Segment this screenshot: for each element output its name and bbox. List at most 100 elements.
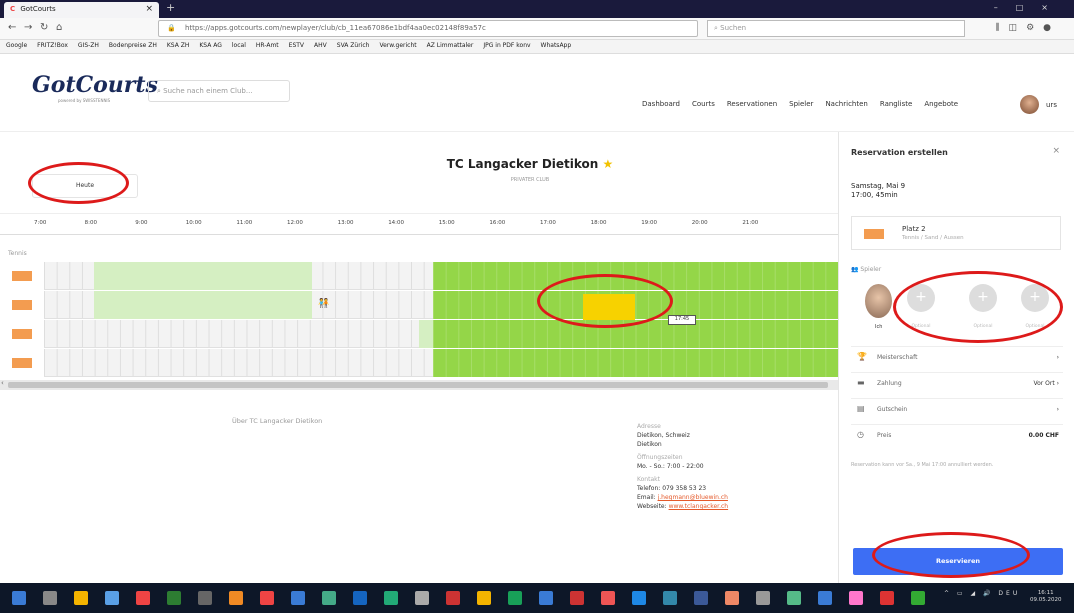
bookmark-item[interactable]: AHV [314, 42, 327, 49]
add-player-slot-2[interactable]: + [969, 284, 997, 312]
bookmark-item[interactable]: GIS-ZH [78, 42, 99, 49]
add-player-slot-3[interactable]: + [1021, 284, 1049, 312]
taskbar-app-icon[interactable] [12, 591, 26, 605]
club-search-input[interactable]: ⌕ Suche nach einem Club... [148, 80, 290, 102]
bookmark-item[interactable]: Bodenpreise ZH [109, 42, 157, 49]
taskbar-app-icon[interactable] [818, 591, 832, 605]
taskbar-app-icon[interactable] [570, 591, 584, 605]
bookmark-item[interactable]: Google [6, 42, 27, 49]
court-selector[interactable]: Platz 2 Tennis / Sand / Aussen [851, 216, 1061, 250]
bookmark-item[interactable]: JPG in PDF konv [483, 42, 530, 49]
taskbar-app-icon[interactable] [477, 591, 491, 605]
forward-icon[interactable]: → [24, 22, 32, 33]
logo[interactable]: GotCourts [32, 72, 158, 98]
close-tab-icon[interactable]: × [145, 4, 153, 14]
today-button[interactable]: Heute [32, 174, 138, 198]
taskbar-app-icon[interactable] [880, 591, 894, 605]
reload-icon[interactable]: ↻ [40, 22, 48, 33]
taskbar-app-icon[interactable] [43, 591, 57, 605]
web-label: Webseite: [637, 503, 667, 510]
free-slots[interactable] [433, 320, 838, 348]
taskbar-app-icon[interactable] [725, 591, 739, 605]
voucher-row[interactable]: ▤ Gutschein › [851, 398, 1063, 418]
taskbar-app-icon[interactable] [229, 591, 243, 605]
taskbar-app-icon[interactable] [384, 591, 398, 605]
back-icon[interactable]: ← [8, 22, 16, 33]
favorite-star-icon[interactable]: ★ [603, 157, 614, 171]
toolbar-icons[interactable]: ⫼◫⚙● [995, 23, 1060, 33]
bookmark-item[interactable]: AZ Limmattaler [427, 42, 474, 49]
free-slots[interactable] [433, 291, 838, 319]
taskbar-app-icon[interactable] [787, 591, 801, 605]
browser-tab[interactable]: C GotCourts × [4, 2, 159, 18]
close-icon[interactable]: × [1052, 146, 1060, 156]
user-avatar[interactable] [1020, 95, 1039, 114]
window-controls[interactable]: –□× [994, 3, 1066, 12]
taskbar-app-icon[interactable] [694, 591, 708, 605]
taskbar-app-icon[interactable] [446, 591, 460, 605]
contact-label: Kontakt [637, 476, 660, 483]
free-slots[interactable] [433, 262, 838, 290]
taskbar-app-icon[interactable] [415, 591, 429, 605]
bookmark-item[interactable]: WhatsApp [541, 42, 572, 49]
time-tick: 11:00 [236, 220, 253, 226]
championship-row[interactable]: 🏆 Meisterschaft › [851, 346, 1063, 366]
taskbar-app-icon[interactable] [508, 591, 522, 605]
url-bar[interactable]: 🔒 https://apps.gotcourts.com/newplayer/c… [158, 20, 698, 37]
nav-item-reservationen[interactable]: Reservationen [727, 100, 777, 108]
bookmark-item[interactable]: local [232, 42, 246, 49]
add-player-slot-1[interactable]: + [907, 284, 935, 312]
nav-item-spieler[interactable]: Spieler [789, 100, 813, 108]
web-link[interactable]: www.tclangacker.ch [669, 503, 729, 510]
bookmark-item[interactable]: SVA Zürich [337, 42, 370, 49]
nav-item-angebote[interactable]: Angebote [924, 100, 958, 108]
taskbar-app-icon[interactable] [322, 591, 336, 605]
grid-scrollbar[interactable]: ‹ [0, 379, 838, 390]
court-row[interactable] [44, 262, 838, 290]
taskbar-app-icon[interactable] [911, 591, 925, 605]
taskbar-app-icon[interactable] [167, 591, 181, 605]
taskbar-app-icon[interactable] [291, 591, 305, 605]
nav-item-dashboard[interactable]: Dashboard [642, 100, 680, 108]
system-tray[interactable]: ^ ▭ ◢ 🔊 DEU [944, 590, 1020, 597]
taskbar-app-icon[interactable] [849, 591, 863, 605]
bookmark-item[interactable]: Verw.gericht [379, 42, 416, 49]
taskbar-app-icon[interactable] [663, 591, 677, 605]
home-icon[interactable]: ⌂ [56, 22, 62, 33]
payment-row[interactable]: ▬ Zahlung Vor Ort › [851, 372, 1063, 392]
court-row[interactable] [44, 320, 838, 348]
time-tick: 15:00 [438, 220, 455, 226]
email-link[interactable]: j.hegmann@bluewin.ch [658, 494, 728, 501]
selected-reservation-slot[interactable] [583, 294, 635, 320]
booking-avatars-icon[interactable]: 🧑‍🤝‍🧑 [318, 299, 329, 309]
court-row[interactable] [44, 349, 838, 377]
time-tick: 18:00 [590, 220, 607, 226]
taskbar-app-icon[interactable] [601, 591, 615, 605]
taskbar-clock[interactable]: 16:11 09.05.2020 [1030, 590, 1062, 604]
free-slots[interactable] [433, 349, 838, 377]
court-row[interactable] [44, 291, 838, 319]
scroll-left-icon[interactable]: ‹ [1, 379, 4, 387]
bookmark-item[interactable]: HR-Amt [256, 42, 279, 49]
reserve-button[interactable]: Reservieren [853, 548, 1063, 575]
bookmark-item[interactable]: KSA ZH [167, 42, 190, 49]
taskbar-app-icon[interactable] [756, 591, 770, 605]
nav-item-rangliste[interactable]: Rangliste [880, 100, 912, 108]
taskbar-app-icon[interactable] [74, 591, 88, 605]
taskbar-app-icon[interactable] [136, 591, 150, 605]
taskbar-app-icon[interactable] [632, 591, 646, 605]
taskbar-app-icon[interactable] [539, 591, 553, 605]
nav-item-nachrichten[interactable]: Nachrichten [825, 100, 867, 108]
taskbar-app-icon[interactable] [260, 591, 274, 605]
bookmark-item[interactable]: FRITZ!Box [37, 42, 68, 49]
bookmark-item[interactable]: ESTV [289, 42, 304, 49]
user-name[interactable]: urs [1046, 101, 1057, 109]
taskbar-app-icon[interactable] [105, 591, 119, 605]
scrollbar-thumb[interactable] [8, 382, 828, 388]
browser-search-input[interactable]: ⌕ Suchen [707, 20, 965, 37]
taskbar-app-icon[interactable] [198, 591, 212, 605]
taskbar-app-icon[interactable] [353, 591, 367, 605]
bookmark-item[interactable]: KSA AG [199, 42, 222, 49]
nav-item-courts[interactable]: Courts [692, 100, 715, 108]
new-tab-icon[interactable]: + [166, 1, 175, 14]
